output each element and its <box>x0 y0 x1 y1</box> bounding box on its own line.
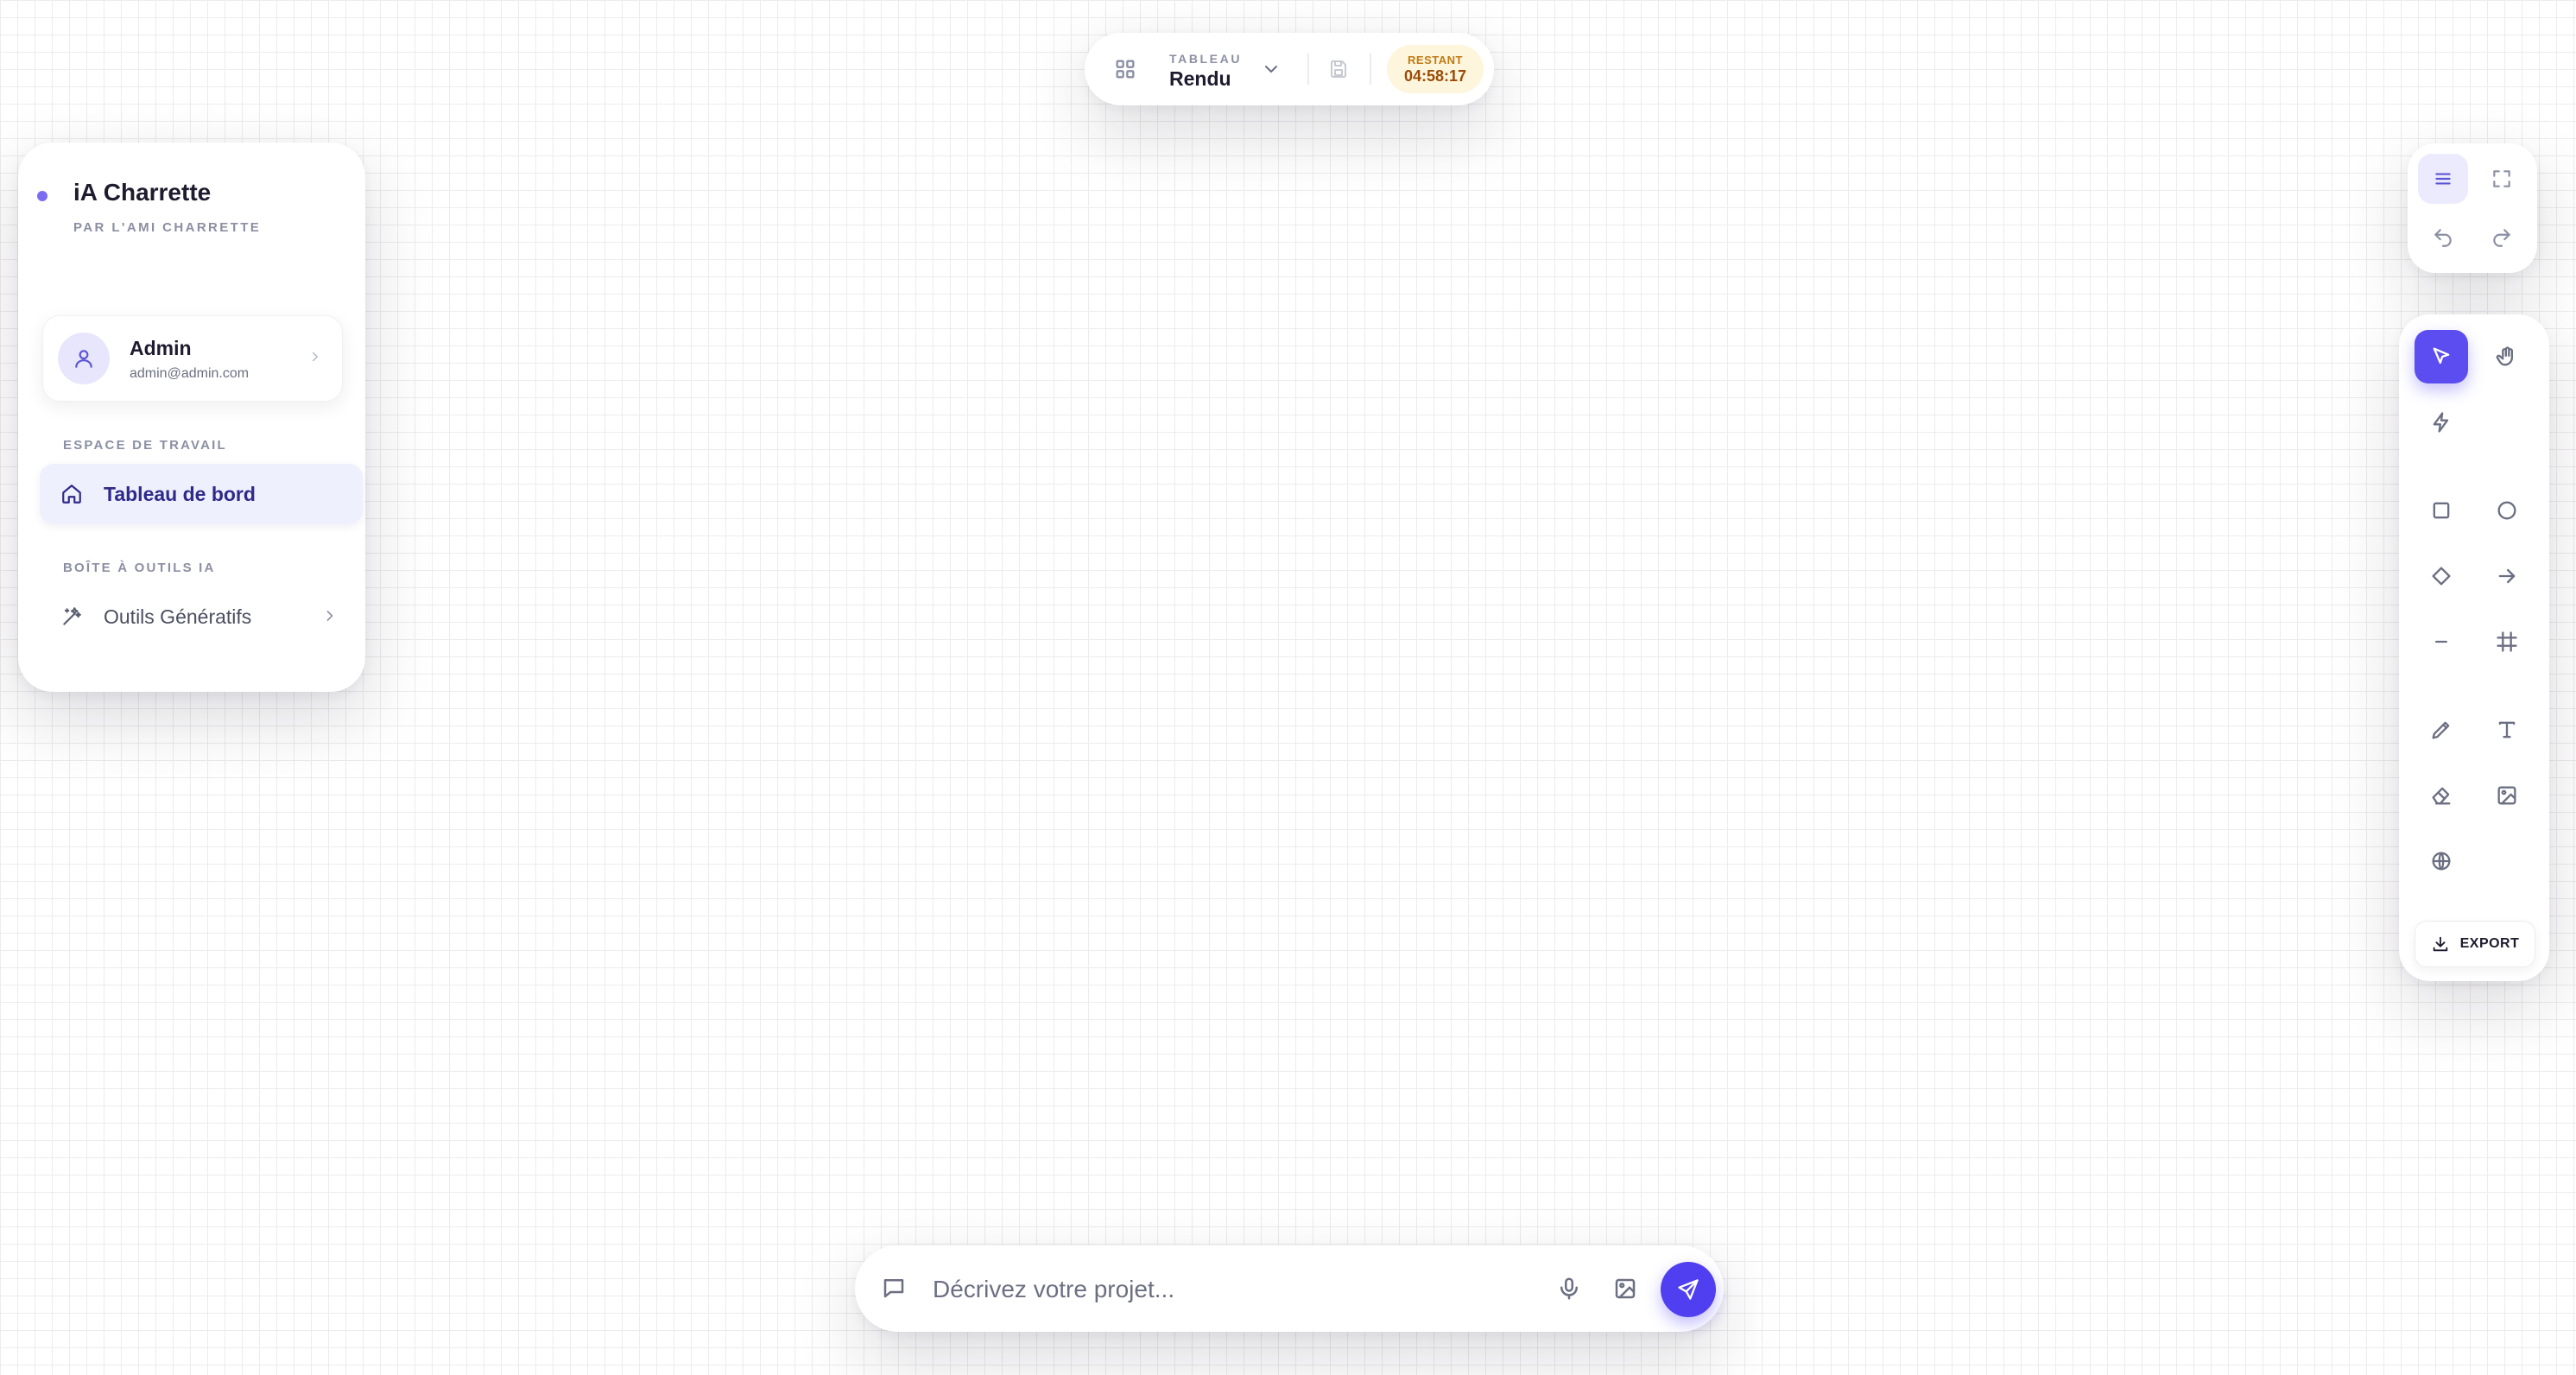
grid-icon[interactable] <box>1113 57 1137 81</box>
eraser-tool[interactable] <box>2415 769 2468 822</box>
sidebar-item-generative-tools[interactable]: Outils Génératifs <box>40 586 363 647</box>
image-icon <box>2497 786 2516 805</box>
redo-button[interactable] <box>2477 212 2527 263</box>
rectangle-tool[interactable] <box>2415 484 2468 537</box>
timer-value: 04:58:17 <box>1403 67 1467 85</box>
timer-label: RESTANT <box>1408 54 1463 67</box>
view-panel <box>2408 143 2537 273</box>
cursor-icon <box>2433 347 2450 364</box>
web-tool[interactable] <box>2415 834 2468 888</box>
app-subtitle: PAR L'AMI CHARRETTE <box>73 220 262 235</box>
tool-panel: EXPORT <box>2399 314 2549 981</box>
user-profile-card[interactable]: Admin admin@admin.com <box>42 315 343 402</box>
frame-tool[interactable] <box>2480 615 2534 668</box>
sidebar-item-dashboard[interactable]: Tableau de bord <box>40 464 363 524</box>
ellipse-tool[interactable] <box>2480 484 2534 537</box>
rectangle-icon <box>2433 502 2450 519</box>
globe-icon <box>2432 852 2451 871</box>
redo-icon <box>2493 229 2510 247</box>
lightning-icon <box>2433 412 2449 433</box>
menu-button[interactable] <box>2418 154 2468 204</box>
menu-icon <box>2435 173 2451 185</box>
sidebar-item-label: Outils Génératifs <box>104 605 252 628</box>
send-icon <box>1678 1279 1699 1300</box>
sidebar-item-label: Tableau de bord <box>104 483 256 505</box>
text-icon <box>2498 721 2516 738</box>
hand-icon <box>2496 346 2513 366</box>
download-icon <box>2433 936 2447 952</box>
user-icon <box>75 350 92 368</box>
user-name: Admin <box>130 337 192 359</box>
section-label-workspace: ESPACE DE TRAVAIL <box>63 438 227 453</box>
text-tool[interactable] <box>2480 703 2534 757</box>
diamond-tool[interactable] <box>2415 549 2468 603</box>
pencil-icon <box>2432 721 2450 739</box>
chevron-right-icon <box>321 607 339 624</box>
brand-dot <box>37 191 47 201</box>
export-button[interactable]: EXPORT <box>2415 921 2535 967</box>
fullscreen-icon <box>2493 170 2510 187</box>
chat-icon <box>881 1275 907 1301</box>
frame-icon <box>2497 631 2517 652</box>
export-label: EXPORT <box>2459 936 2520 951</box>
pencil-tool[interactable] <box>2415 703 2468 757</box>
fullscreen-button[interactable] <box>2477 154 2527 204</box>
microphone-icon[interactable] <box>1556 1276 1582 1302</box>
magic-wand-icon <box>60 605 83 628</box>
prompt-bar <box>855 1245 1724 1332</box>
circle-icon <box>2497 501 2516 520</box>
image-upload-icon[interactable] <box>1612 1276 1638 1302</box>
board-label: TABLEAU <box>1169 52 1243 66</box>
line-tool[interactable] <box>2415 615 2468 668</box>
eraser-icon <box>2432 787 2451 805</box>
user-email: admin@admin.com <box>130 366 250 381</box>
line-icon <box>2435 640 2447 643</box>
arrow-tool[interactable] <box>2480 549 2534 603</box>
diamond-icon <box>2432 567 2451 586</box>
section-label-ai-toolbox: BOÎTE À OUTILS IA <box>63 561 216 575</box>
chevron-right-icon <box>307 349 323 364</box>
app-title: iA Charrette <box>73 179 212 206</box>
chevron-down-icon[interactable] <box>1261 59 1282 79</box>
divider <box>1307 54 1309 85</box>
board-selector[interactable]: Rendu <box>1169 67 1231 91</box>
arrow-right-icon <box>2498 568 2516 584</box>
undo-button[interactable] <box>2418 212 2468 263</box>
sidebar: iA Charrette PAR L'AMI CHARRETTE Admin a… <box>18 143 365 692</box>
hand-tool[interactable] <box>2480 330 2534 383</box>
prompt-input[interactable] <box>931 1268 1530 1311</box>
ai-action-tool[interactable] <box>2415 396 2468 449</box>
send-button[interactable] <box>1661 1262 1716 1317</box>
save-icon[interactable] <box>1328 59 1349 79</box>
timer-badge: RESTANT 04:58:17 <box>1387 45 1484 93</box>
undo-icon <box>2434 229 2452 247</box>
divider <box>1370 54 1371 85</box>
image-tool[interactable] <box>2480 769 2534 822</box>
board-topbar: TABLEAU Rendu RESTANT 04:58:17 <box>1085 33 1494 105</box>
avatar <box>58 333 110 384</box>
home-icon <box>60 483 83 505</box>
select-tool[interactable] <box>2415 330 2468 383</box>
